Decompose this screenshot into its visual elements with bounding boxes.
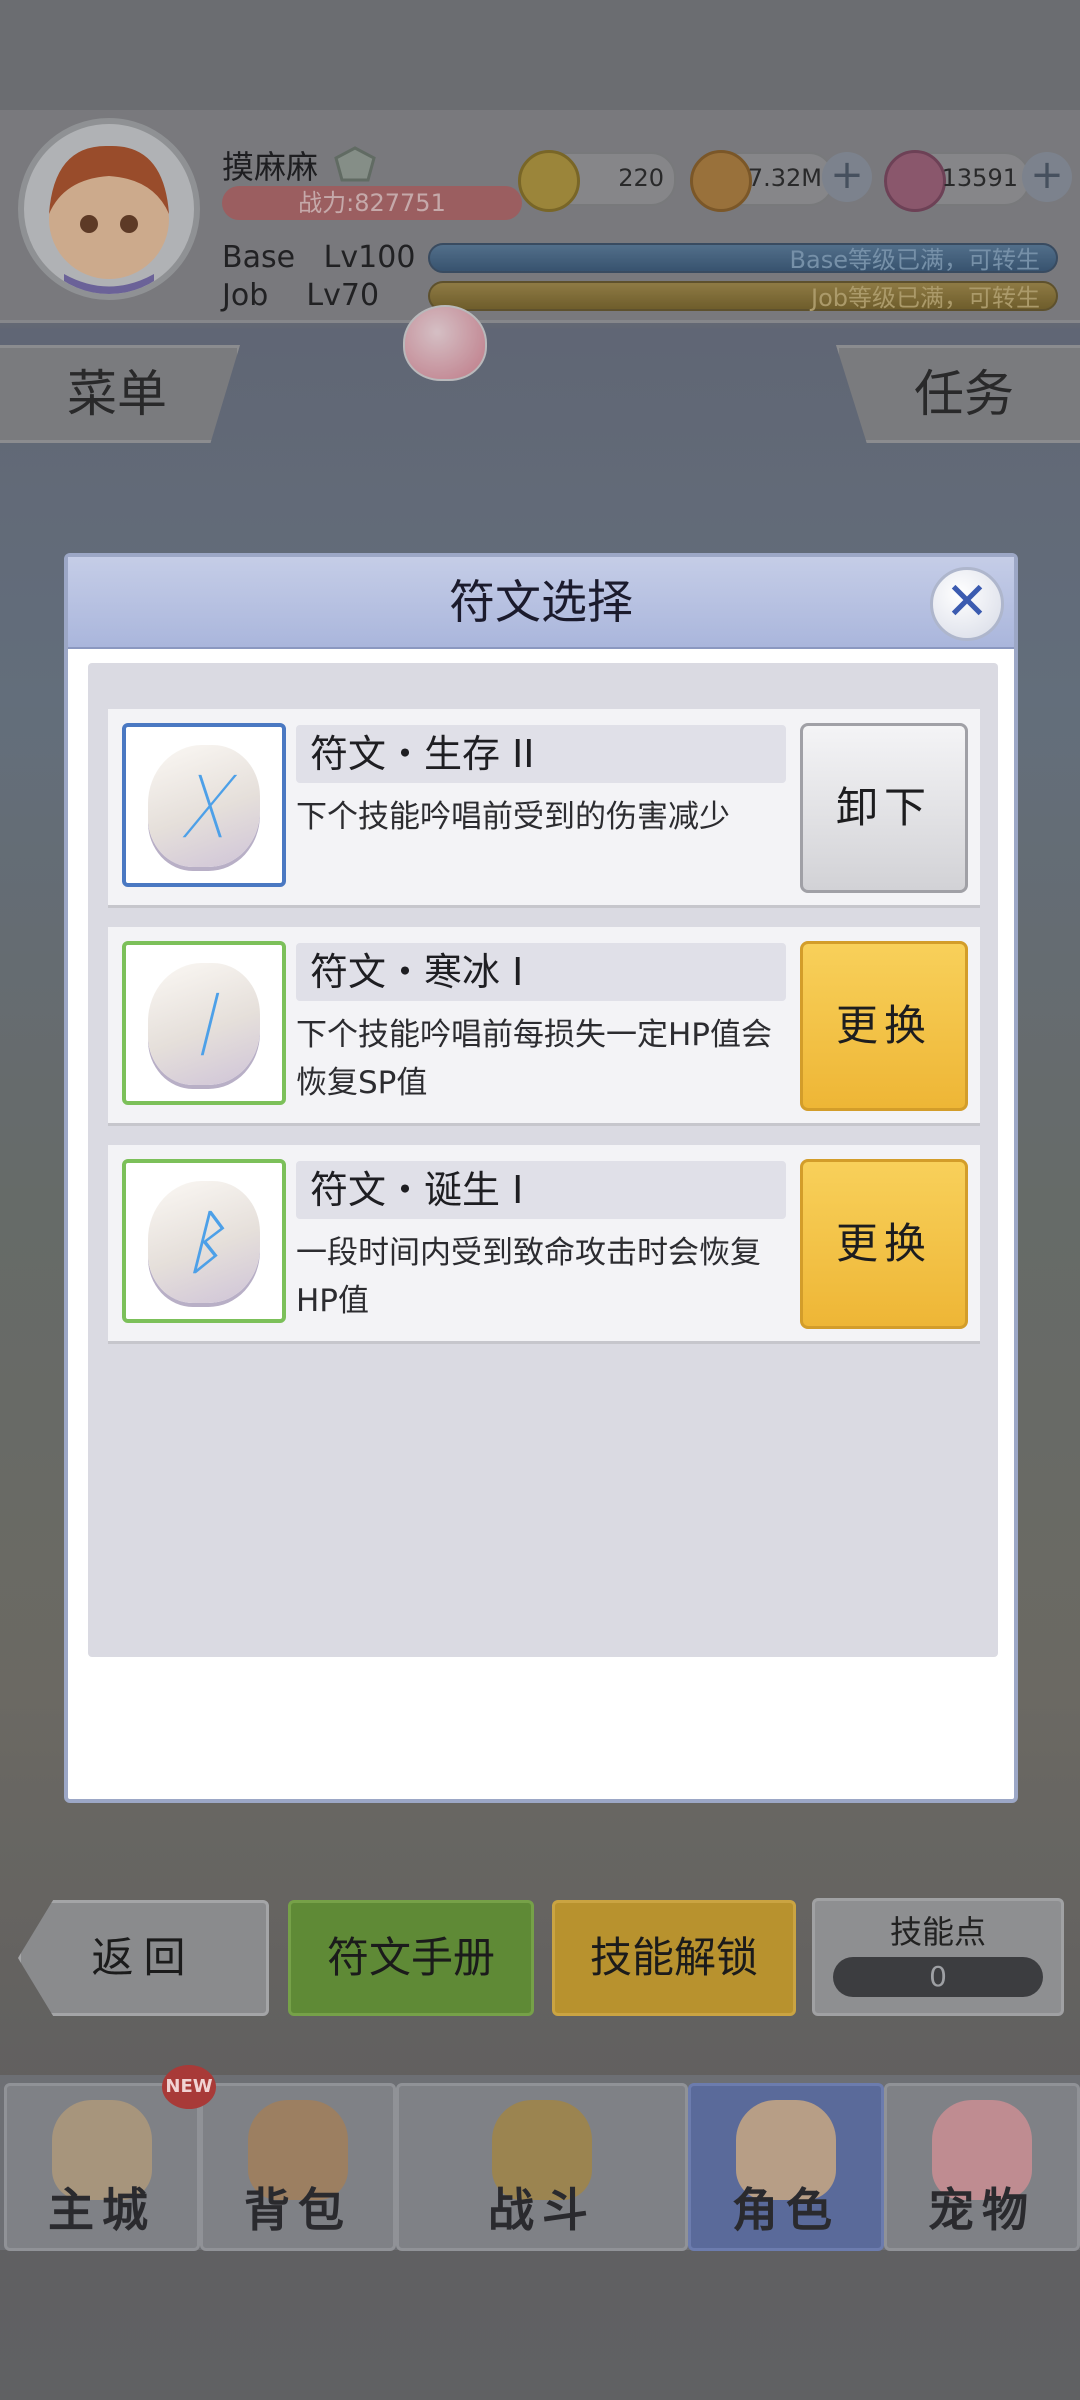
nav-backpack[interactable]: 背包 (200, 2083, 396, 2251)
rune-survival-icon[interactable]: ᚷ (122, 723, 286, 887)
new-badge: NEW (162, 2065, 216, 2109)
dialog-header: 符文选择 ✕ (68, 557, 1014, 649)
rune-item: ᛒ 符文・诞生 I 一段时间内受到致命攻击时会恢复HP值 更换 (108, 1145, 980, 1344)
dialog-title: 符文选择 (449, 575, 633, 629)
rune-description: 下个技能吟唱前每损失一定HP值会恢复SP值 (296, 1017, 773, 1101)
skill-points-panel: 技能点 0 (812, 1898, 1064, 2016)
skill-points-value: 0 (833, 1957, 1043, 1997)
replace-button[interactable]: 更换 (800, 941, 968, 1111)
skill-points-label: 技能点 (889, 1913, 986, 1951)
nav-character[interactable]: 角色 (688, 2083, 884, 2251)
replace-button[interactable]: 更换 (800, 1159, 968, 1329)
rune-select-dialog: 符文选择 ✕ ᚷ 符文・生存 II 下个技能吟唱前受到的伤害减少 卸下 ᛁ 符文… (64, 553, 1018, 1803)
back-button[interactable]: 返回 (18, 1900, 269, 2016)
rune-item: ᛁ 符文・寒冰 I 下个技能吟唱前每损失一定HP值会恢复SP值 更换 (108, 927, 980, 1126)
rune-list: ᚷ 符文・生存 II 下个技能吟唱前受到的伤害减少 卸下 ᛁ 符文・寒冰 I 下… (88, 663, 998, 1657)
rune-description: 下个技能吟唱前受到的伤害减少 (296, 799, 730, 835)
rune-birth-icon[interactable]: ᛒ (122, 1159, 286, 1323)
nav-main-city[interactable]: 主城 (4, 2083, 200, 2251)
rune-manual-button[interactable]: 符文手册 (288, 1900, 534, 2016)
rune-name: 符文・生存 II (296, 725, 786, 783)
bottom-nav: 主城 背包 战斗 角色 宠物 (0, 2075, 1080, 2251)
nav-battle[interactable]: 战斗 (396, 2083, 688, 2251)
nav-pet[interactable]: 宠物 (884, 2083, 1080, 2251)
rune-ice-icon[interactable]: ᛁ (122, 941, 286, 1105)
close-icon[interactable]: ✕ (930, 567, 1004, 641)
rune-description: 一段时间内受到致命攻击时会恢复HP值 (296, 1235, 761, 1319)
skill-unlock-button[interactable]: 技能解锁 (552, 1900, 796, 2016)
rune-item: ᚷ 符文・生存 II 下个技能吟唱前受到的伤害减少 卸下 (108, 709, 980, 908)
unequip-button[interactable]: 卸下 (800, 723, 968, 893)
rune-name: 符文・寒冰 I (296, 943, 786, 1001)
rune-name: 符文・诞生 I (296, 1161, 786, 1219)
